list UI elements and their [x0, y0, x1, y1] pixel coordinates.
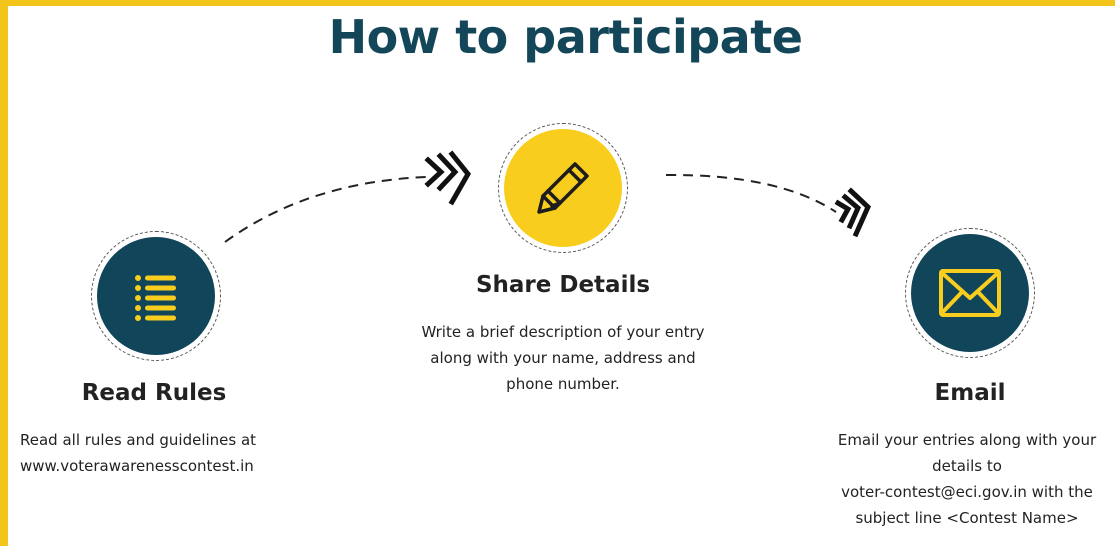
- chevron-right-icon-2: [834, 187, 872, 238]
- desc-line: Email your entries along with your: [837, 431, 1097, 449]
- envelope-icon: [939, 269, 1001, 317]
- share-details-circle: [498, 123, 628, 253]
- list-icon: [135, 275, 176, 321]
- email-icon-badge: [911, 234, 1029, 352]
- step-title-share-details: Share Details: [475, 272, 651, 298]
- chevron-right-icon-1: [424, 150, 472, 206]
- step-title-read-rules: Read Rules: [81, 380, 227, 406]
- read-rules-icon-badge: [97, 237, 215, 355]
- how-to-participate-panel: How to participate Read Rules Read all r…: [8, 6, 1115, 546]
- desc-line: details to: [932, 457, 1002, 475]
- connector-2-3: [665, 173, 837, 213]
- step-desc-read-rules: Read all rules and guidelines at www.vot…: [20, 427, 350, 479]
- step-title-email: Email: [934, 380, 1006, 406]
- desc-line: along with your name, address and: [430, 349, 696, 367]
- read-rules-circle: [91, 231, 221, 361]
- connector-1-2: [224, 176, 427, 243]
- step-desc-email: Email your entries along with your detai…: [802, 427, 1115, 531]
- pencil-icon: [537, 162, 589, 214]
- desc-line: Write a brief description of your entry: [421, 323, 705, 341]
- desc-line: www.voterawarenesscontest.in: [20, 457, 254, 475]
- desc-line: phone number.: [506, 375, 620, 393]
- desc-line: Read all rules and guidelines at: [20, 431, 257, 449]
- desc-line: subject line <Contest Name>: [855, 509, 1079, 527]
- share-details-icon-badge: [504, 129, 622, 247]
- email-circle: [905, 228, 1035, 358]
- desc-line: voter-contest@eci.gov.in with the: [841, 483, 1093, 501]
- step-desc-share-details: Write a brief description of your entry …: [383, 319, 743, 397]
